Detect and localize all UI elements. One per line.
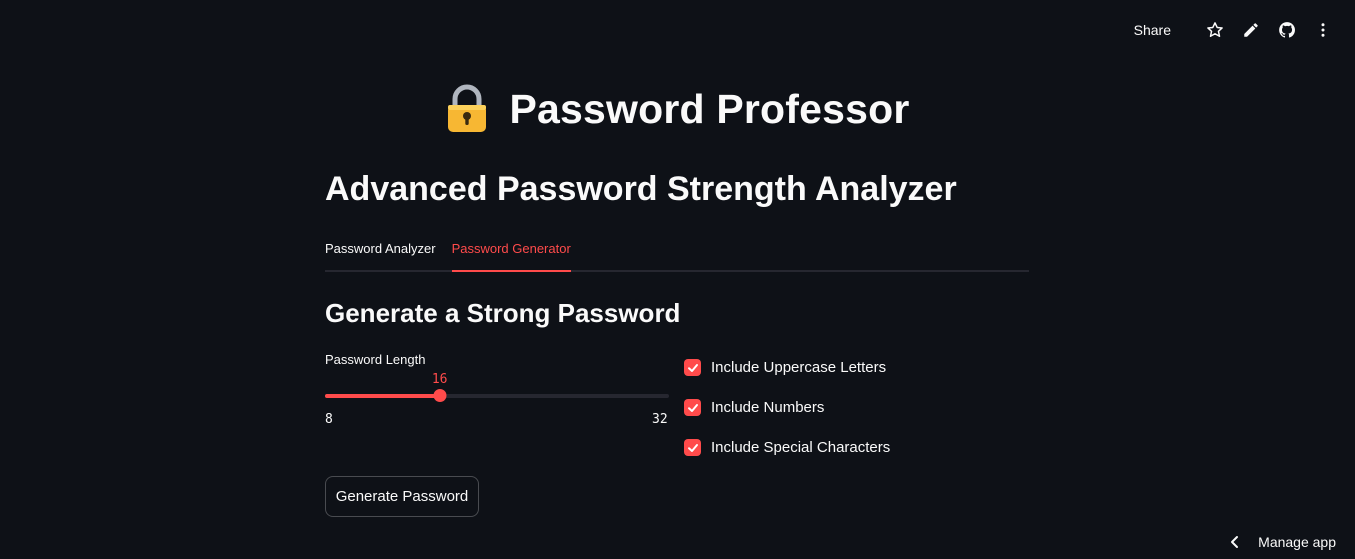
checkbox-label: Include Special Characters: [711, 439, 891, 456]
slider-max-label: 32: [652, 412, 668, 427]
manage-app-button[interactable]: Manage app: [1228, 534, 1336, 550]
more-vertical-icon[interactable]: [1313, 20, 1333, 40]
slider-value: 16: [431, 372, 448, 387]
checkbox-special-characters[interactable]: Include Special Characters: [684, 439, 890, 456]
top-toolbar: Share: [1134, 20, 1333, 40]
checkbox-checked-icon[interactable]: [684, 359, 701, 376]
slider-fill: [325, 394, 440, 398]
page-header: Password Professor: [0, 84, 1355, 134]
slider-label: Password Length: [325, 352, 426, 367]
pencil-icon[interactable]: [1241, 20, 1261, 40]
password-length-slider[interactable]: [325, 389, 669, 402]
checkbox-label: Include Uppercase Letters: [711, 359, 887, 376]
checkbox-numbers[interactable]: Include Numbers: [684, 399, 824, 416]
share-button[interactable]: Share: [1134, 22, 1171, 38]
app-root: Share Password Professor Advanced Passwo…: [0, 0, 1355, 559]
checkbox-checked-icon[interactable]: [684, 399, 701, 416]
checkbox-label: Include Numbers: [711, 399, 825, 416]
github-icon[interactable]: [1277, 20, 1297, 40]
star-icon[interactable]: [1205, 20, 1225, 40]
tab-password-analyzer[interactable]: Password Analyzer: [325, 238, 436, 270]
checkbox-checked-icon[interactable]: [684, 439, 701, 456]
lock-icon: [448, 84, 487, 132]
page-subtitle: Advanced Password Strength Analyzer: [325, 170, 957, 208]
tab-bar: Password Analyzer Password Generator: [325, 238, 1029, 272]
page-title: Password Professor: [509, 85, 910, 132]
manage-app-label: Manage app: [1258, 534, 1336, 550]
generate-password-button[interactable]: Generate Password: [325, 476, 479, 517]
slider-min-label: 8: [325, 412, 333, 427]
tab-password-generator[interactable]: Password Generator: [451, 238, 572, 272]
section-heading: Generate a Strong Password: [325, 298, 681, 328]
chevron-left-icon: [1231, 536, 1239, 548]
checkbox-uppercase[interactable]: Include Uppercase Letters: [684, 359, 886, 376]
slider-thumb[interactable]: [433, 389, 447, 402]
